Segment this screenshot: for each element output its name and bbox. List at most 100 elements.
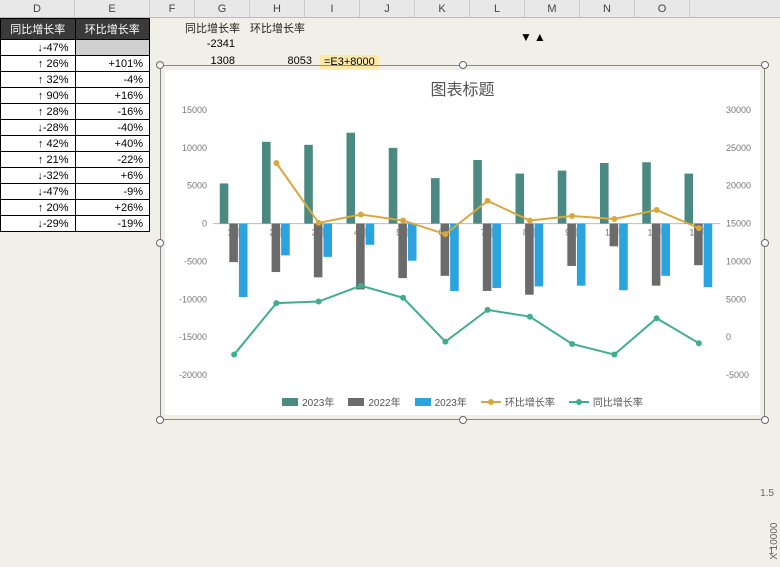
chart-title[interactable]: 图表标题 [165, 70, 760, 100]
chart-object[interactable]: 图表标题 -20000-15000-10000-5000050001000015… [160, 65, 765, 420]
bar[interactable] [492, 224, 501, 288]
table-cell-mom[interactable]: -19% [75, 216, 150, 232]
table-cell-yoy[interactable]: ↓-32% [1, 168, 76, 184]
bar[interactable] [398, 224, 407, 279]
mini-header-yoy[interactable]: 同比增长率 [185, 20, 240, 36]
svg-text:0: 0 [726, 332, 731, 342]
resize-handle-ne[interactable] [761, 61, 769, 69]
svg-text:5000: 5000 [187, 181, 207, 191]
resize-handle-nw[interactable] [156, 61, 164, 69]
svg-text:-5000: -5000 [726, 370, 749, 380]
legend-item[interactable]: 环比增长率 [481, 394, 555, 409]
table-cell-mom[interactable]: -16% [75, 104, 150, 120]
col-header-yoy[interactable]: 同比增长率 [1, 19, 76, 40]
bar[interactable] [567, 224, 576, 266]
col-header-O[interactable]: O [635, 0, 690, 17]
bar[interactable] [577, 224, 586, 286]
bar[interactable] [408, 224, 417, 261]
resize-handle-w[interactable] [156, 239, 164, 247]
table-cell-yoy[interactable]: ↑ 21% [1, 152, 76, 168]
col-header-D[interactable]: D [0, 0, 75, 17]
col-header-M[interactable]: M [525, 0, 580, 17]
bar[interactable] [314, 224, 323, 278]
table-cell-mom[interactable]: -22% [75, 152, 150, 168]
bar[interactable] [600, 163, 609, 224]
table-cell-yoy[interactable]: ↑ 28% [1, 104, 76, 120]
col-header-E[interactable]: E [75, 0, 150, 17]
bar[interactable] [642, 162, 651, 223]
table-cell-mom[interactable] [75, 40, 150, 56]
mini-header-mom[interactable]: 环比增长率 [250, 20, 305, 36]
table-cell-yoy[interactable]: ↓-29% [1, 216, 76, 232]
bar[interactable] [323, 224, 332, 257]
legend-item[interactable]: 2023年 [282, 394, 334, 409]
table-cell-yoy[interactable]: ↑ 32% [1, 72, 76, 88]
bar[interactable] [685, 174, 694, 224]
bar[interactable] [281, 224, 290, 256]
table-cell-mom[interactable]: -4% [75, 72, 150, 88]
bar[interactable] [366, 224, 375, 245]
col-header-L[interactable]: L [470, 0, 525, 17]
table-cell-yoy[interactable]: ↓-47% [1, 40, 76, 56]
legend-swatch [282, 398, 298, 406]
table-cell-yoy[interactable]: ↑ 42% [1, 136, 76, 152]
table-cell-mom[interactable]: +26% [75, 200, 150, 216]
bar[interactable] [347, 133, 356, 224]
table-cell-yoy[interactable]: ↑ 26% [1, 56, 76, 72]
bar[interactable] [652, 224, 661, 286]
bar[interactable] [450, 224, 459, 291]
bar[interactable] [229, 224, 238, 263]
bar[interactable] [483, 224, 492, 291]
table-cell-mom[interactable]: +40% [75, 136, 150, 152]
chart-legend[interactable]: 2023年2022年2023年环比增长率同比增长率 [165, 394, 760, 409]
table-cell-mom[interactable]: +6% [75, 168, 150, 184]
sort-triangles-icon[interactable]: ▼▲ [520, 30, 548, 44]
legend-item[interactable]: 同比增长率 [569, 394, 643, 409]
mini-val-1[interactable]: -2341 [185, 38, 235, 50]
col-header-F[interactable]: F [150, 0, 195, 17]
table-cell-yoy[interactable]: ↓-28% [1, 120, 76, 136]
col-header-K[interactable]: K [415, 0, 470, 17]
table-cell-mom[interactable]: +16% [75, 88, 150, 104]
bar[interactable] [661, 224, 670, 276]
bar[interactable] [704, 224, 713, 288]
resize-handle-s[interactable] [459, 416, 467, 424]
bar[interactable] [262, 142, 271, 224]
table-cell-yoy[interactable]: ↓-47% [1, 184, 76, 200]
table-cell-yoy[interactable]: ↑ 90% [1, 88, 76, 104]
svg-text:5000: 5000 [726, 294, 746, 304]
bar[interactable] [619, 224, 628, 291]
table-cell-mom[interactable]: -9% [75, 184, 150, 200]
resize-handle-se[interactable] [761, 416, 769, 424]
col-header-N[interactable]: N [580, 0, 635, 17]
col-header-H[interactable]: H [250, 0, 305, 17]
bar[interactable] [389, 148, 398, 224]
bar[interactable] [558, 171, 567, 224]
bar[interactable] [535, 224, 544, 287]
table-cell-mom[interactable]: -40% [75, 120, 150, 136]
resize-handle-n[interactable] [459, 61, 467, 69]
col-header-I[interactable]: I [305, 0, 360, 17]
bar[interactable] [239, 224, 248, 297]
bar[interactable] [473, 160, 482, 224]
svg-text:-15000: -15000 [179, 332, 207, 342]
legend-item[interactable]: 2023年 [415, 394, 467, 409]
bar[interactable] [431, 178, 440, 223]
line-series[interactable] [234, 286, 699, 355]
resize-handle-sw[interactable] [156, 416, 164, 424]
plot-area[interactable]: -20000-15000-10000-5000050001000015000-5… [213, 110, 720, 375]
legend-item[interactable]: 2022年 [348, 394, 400, 409]
col-header-mom[interactable]: 环比增长率 [75, 19, 150, 40]
table-cell-mom[interactable]: +101% [75, 56, 150, 72]
legend-label: 2023年 [435, 394, 467, 409]
bar[interactable] [610, 224, 619, 247]
bar[interactable] [356, 224, 365, 290]
resize-handle-e[interactable] [761, 239, 769, 247]
col-header-G[interactable]: G [195, 0, 250, 17]
col-header-J[interactable]: J [360, 0, 415, 17]
chart-area[interactable]: 图表标题 -20000-15000-10000-5000050001000015… [165, 70, 760, 415]
table-cell-yoy[interactable]: ↑ 20% [1, 200, 76, 216]
bar[interactable] [272, 224, 281, 272]
bar[interactable] [525, 224, 534, 295]
bar[interactable] [220, 183, 229, 223]
